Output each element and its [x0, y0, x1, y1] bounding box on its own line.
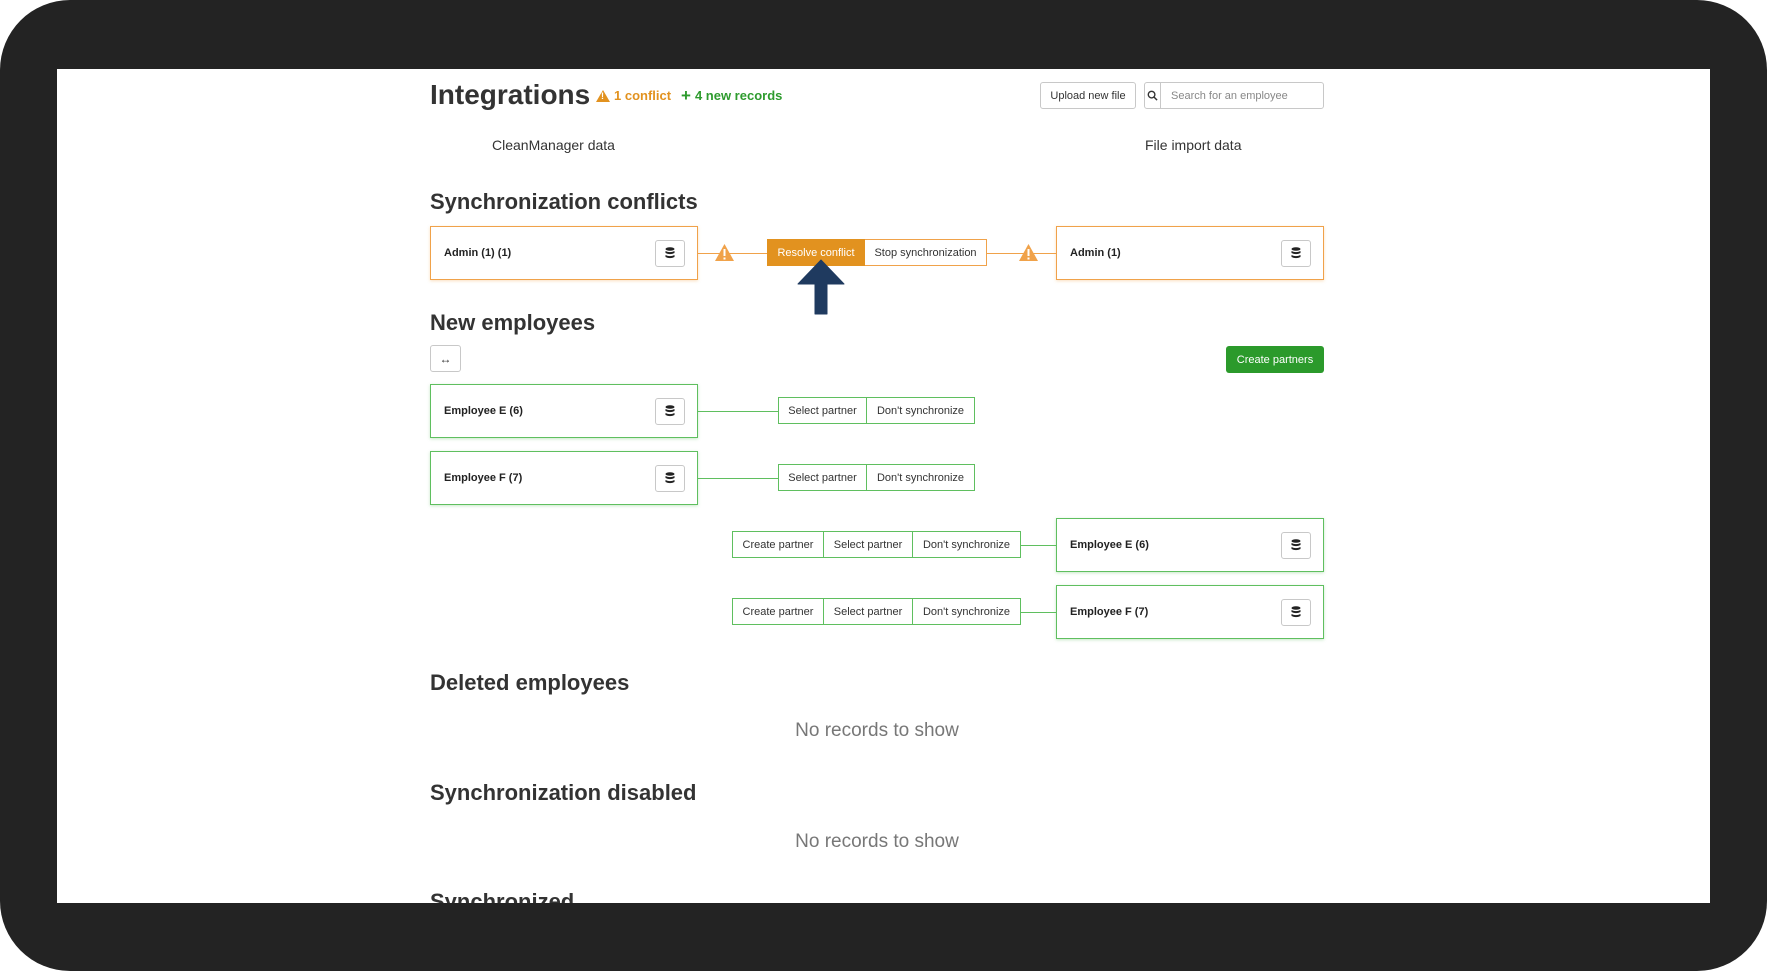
row-actions: Create partner Select partner Don't sync… — [732, 598, 1021, 625]
swap-horizontal-icon: ↔ — [439, 351, 452, 366]
plus-icon: + — [681, 86, 691, 105]
file-import-column-label: File import data — [1145, 137, 1242, 153]
record-name: Employee E (6) — [444, 405, 523, 417]
row-actions: Select partner Don't synchronize — [778, 464, 975, 491]
database-button[interactable] — [655, 464, 685, 492]
search-input[interactable] — [1161, 83, 1323, 108]
new-records-count: 4 new records — [694, 88, 783, 103]
database-icon — [665, 405, 675, 417]
select-partner-button[interactable]: Select partner — [824, 531, 913, 558]
dont-synchronize-button[interactable]: Don't synchronize — [867, 397, 975, 424]
new-records-badge[interactable]: + 4 new records — [681, 86, 783, 105]
record-name: Employee E (6) — [1070, 539, 1149, 551]
row-actions: Create partner Select partner Don't sync… — [732, 531, 1021, 558]
cleanmanager-column-label: CleanManager data — [492, 137, 615, 153]
new-employee-left-row[interactable]: Employee F (7) — [430, 451, 698, 505]
new-employee-right-row[interactable]: Employee E (6) — [1056, 518, 1324, 572]
dont-synchronize-button[interactable]: Don't synchronize — [913, 598, 1021, 625]
database-button[interactable] — [1281, 598, 1311, 626]
record-name: Employee F (7) — [1070, 606, 1149, 618]
database-icon — [1291, 606, 1301, 618]
sync-disabled-section-title: Synchronization disabled — [430, 780, 697, 805]
row-connector — [1021, 612, 1056, 613]
select-partner-button[interactable]: Select partner — [824, 598, 913, 625]
conflict-warning-icon-right — [1019, 244, 1038, 261]
create-partner-button[interactable]: Create partner — [732, 598, 824, 625]
employee-search — [1144, 82, 1324, 109]
deleted-empty-message: No records to show — [795, 720, 959, 741]
create-partners-button[interactable]: Create partners — [1226, 346, 1324, 373]
page-title: Integrations — [430, 79, 591, 110]
conflict-count: 1 conflict — [614, 88, 672, 103]
conflict-badge[interactable]: 1 conflict — [596, 88, 671, 103]
new-employee-right-row[interactable]: Employee F (7) — [1056, 585, 1324, 639]
stop-synchronization-button[interactable]: Stop synchronization — [865, 239, 987, 266]
dont-synchronize-button[interactable]: Don't synchronize — [913, 531, 1021, 558]
select-partner-button[interactable]: Select partner — [778, 464, 867, 491]
conflict-right-record[interactable]: Admin (1) — [1056, 226, 1324, 280]
record-name: Admin (1) — [1070, 247, 1121, 259]
conflict-left-record[interactable]: Admin (1) (1) — [430, 226, 698, 280]
database-button[interactable] — [655, 397, 685, 425]
search-icon — [1147, 90, 1158, 101]
disabled-empty-message: No records to show — [795, 831, 959, 852]
conflicts-section-title: Synchronization conflicts — [430, 189, 698, 214]
record-name: Admin (1) (1) — [444, 247, 512, 259]
deleted-employees-section-title: Deleted employees — [430, 670, 630, 695]
arrow-up-icon — [797, 259, 845, 315]
warning-icon — [596, 89, 610, 102]
database-icon — [1291, 539, 1301, 551]
device-frame: Integrations 1 conflict + 4 new records … — [0, 0, 1767, 971]
database-icon — [665, 247, 675, 259]
create-partner-button[interactable]: Create partner — [732, 531, 824, 558]
dont-synchronize-button[interactable]: Don't synchronize — [867, 464, 975, 491]
app-screen: Integrations 1 conflict + 4 new records … — [57, 69, 1710, 903]
row-connector — [698, 411, 778, 412]
new-employee-left-row[interactable]: Employee E (6) — [430, 384, 698, 438]
select-partner-button[interactable]: Select partner — [778, 397, 867, 424]
database-button[interactable] — [1281, 531, 1311, 559]
search-button[interactable] — [1145, 83, 1161, 108]
integrations-page: Integrations 1 conflict + 4 new records … — [430, 69, 1324, 903]
row-connector — [1021, 545, 1056, 546]
synchronized-section-title: Synchronized — [430, 889, 575, 903]
database-icon — [665, 472, 675, 484]
new-employees-section-title: New employees — [430, 310, 596, 335]
record-name: Employee F (7) — [444, 472, 523, 484]
swap-columns-button[interactable]: ↔ — [430, 345, 461, 372]
row-connector — [698, 478, 778, 479]
database-button[interactable] — [655, 239, 685, 267]
upload-new-file-button[interactable]: Upload new file — [1040, 82, 1136, 109]
row-actions: Select partner Don't synchronize — [778, 397, 975, 424]
database-button[interactable] — [1281, 239, 1311, 267]
conflict-warning-icon-left — [715, 244, 734, 261]
database-icon — [1291, 247, 1301, 259]
